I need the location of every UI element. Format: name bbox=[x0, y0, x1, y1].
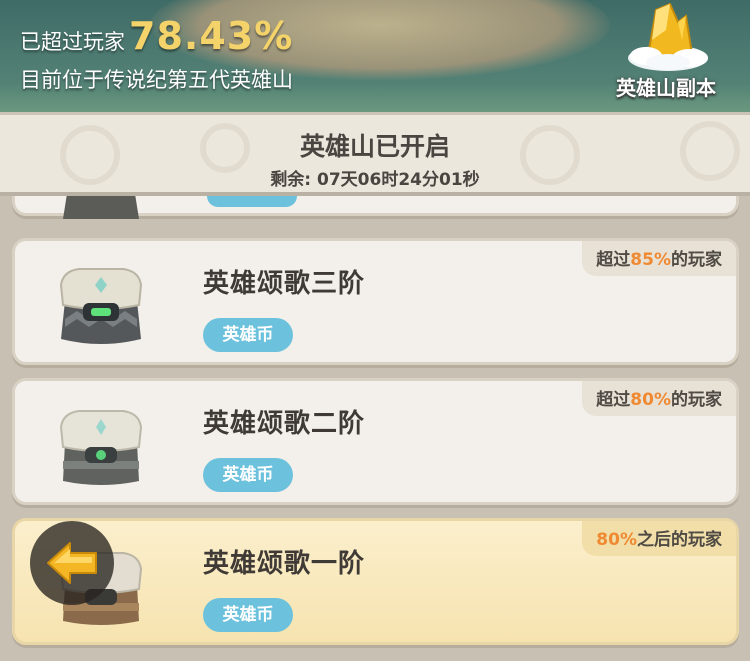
tag-prefix: 超过 bbox=[596, 390, 631, 410]
tier-name: 英雄颂歌二阶 bbox=[203, 409, 366, 439]
tag-prefix: 超过 bbox=[596, 250, 631, 270]
current-position: 目前位于传说纪第五代英雄山 bbox=[20, 68, 293, 92]
back-button[interactable] bbox=[30, 521, 114, 605]
rank-threshold-tag: 超过85%的玩家 bbox=[582, 241, 736, 276]
rank-prefix: 已超过玩家 bbox=[20, 30, 125, 54]
top-banner: 已超过玩家 78.43% 目前位于传说纪第五代英雄山 英雄山副本 bbox=[0, 0, 750, 118]
tier-card-current[interactable]: 80%之后的玩家 英雄颂歌一阶 英雄币 bbox=[12, 518, 739, 645]
tier-name: 英雄颂歌三阶 bbox=[203, 269, 366, 299]
hero-coin-badge[interactable]: 英雄币 bbox=[203, 458, 293, 492]
tier-card[interactable]: 超过80%的玩家 英雄颂歌二阶 英雄币 bbox=[12, 378, 739, 505]
tier-list[interactable]: 超过85%的玩家 英雄颂歌三阶 英雄币 超过80%的玩家 英雄颂歌二阶 英雄币 bbox=[0, 196, 750, 661]
status-panel: 英雄山已开启 剩余: 07天06时24分01秒 bbox=[0, 112, 750, 196]
remaining-time: 剩余: 07天06时24分01秒 bbox=[270, 170, 480, 190]
hero-coin-badge[interactable]: 英雄币 bbox=[203, 598, 293, 632]
dungeon-button[interactable]: 英雄山副本 bbox=[596, 0, 736, 108]
gold-mountain-icon bbox=[628, 2, 708, 71]
rank-threshold-tag: 超过80%的玩家 bbox=[582, 381, 736, 416]
rank-percent: 78.43% bbox=[129, 14, 294, 58]
grey-stone-chest-icon bbox=[63, 196, 139, 219]
status-title: 英雄山已开启 bbox=[299, 132, 450, 161]
tag-percent: 80% bbox=[630, 390, 671, 410]
tier-name: 英雄颂歌一阶 bbox=[203, 549, 366, 579]
tier-card-partial[interactable] bbox=[12, 196, 739, 219]
rank-threshold-tag: 80%之后的玩家 bbox=[582, 521, 736, 556]
tag-suffix: 的玩家 bbox=[671, 390, 722, 410]
tag-percent: 80% bbox=[596, 530, 637, 550]
back-arrow-icon bbox=[47, 542, 97, 584]
tag-suffix: 的玩家 bbox=[671, 250, 722, 270]
dungeon-label: 英雄山副本 bbox=[616, 76, 716, 100]
tag-suffix: 之后的玩家 bbox=[637, 530, 722, 550]
grey-stone-chest-icon bbox=[59, 410, 143, 485]
coin-badge-partial bbox=[207, 196, 297, 207]
tag-percent: 85% bbox=[630, 250, 671, 270]
tier-card[interactable]: 超过85%的玩家 英雄颂歌三阶 英雄币 bbox=[12, 238, 739, 365]
grey-stone-chest-icon bbox=[59, 268, 143, 344]
rank-summary: 已超过玩家 78.43% bbox=[20, 14, 293, 58]
hero-coin-badge[interactable]: 英雄币 bbox=[203, 318, 293, 352]
